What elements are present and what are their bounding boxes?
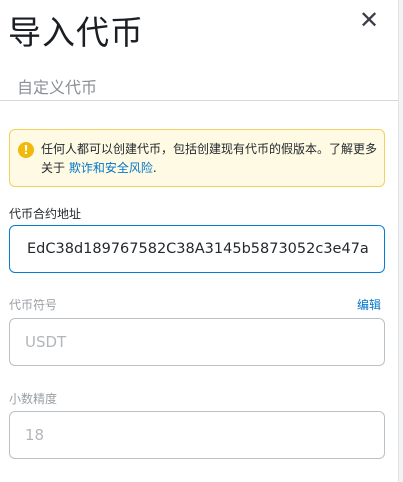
- symbol-edit-link[interactable]: 编辑: [357, 296, 381, 313]
- info-warning-icon: !: [18, 142, 34, 158]
- address-label: 代币合约地址: [9, 207, 82, 221]
- token-address-input[interactable]: [9, 225, 385, 273]
- decimals-label: 小数精度: [9, 392, 58, 406]
- symbol-label: 代币符号: [9, 298, 58, 312]
- import-token-page: 导入代币 ✕ 自定义代币 ! 任何人都可以创建代币，包括创建现有代币的假版本。了…: [0, 0, 403, 482]
- token-symbol-input[interactable]: [9, 318, 385, 366]
- page-title: 导入代币: [8, 13, 144, 52]
- tab-divider: [0, 100, 398, 101]
- token-decimals-input[interactable]: [9, 411, 385, 459]
- scam-risk-link[interactable]: 欺诈和安全风险: [69, 161, 153, 175]
- tab-custom-token[interactable]: 自定义代币: [17, 74, 97, 98]
- warning-message: 任何人都可以创建代币，包括创建现有代币的假版本。了解更多关于 欺诈和安全风险.: [41, 140, 379, 178]
- scrollbar-track[interactable]: [398, 0, 403, 482]
- warning-banner: ! 任何人都可以创建代币，包括创建现有代币的假版本。了解更多关于 欺诈和安全风险…: [9, 129, 385, 187]
- close-icon[interactable]: ✕: [355, 6, 383, 34]
- warning-suffix: .: [152, 161, 157, 175]
